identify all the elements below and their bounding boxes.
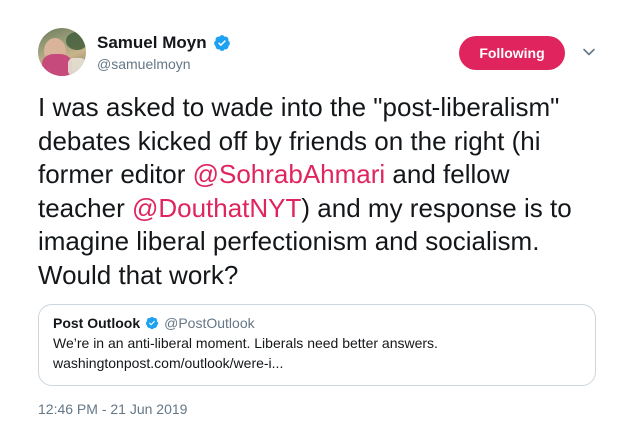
author-display-name[interactable]: Samuel Moyn (97, 33, 207, 53)
quoted-tweet-card[interactable]: Post Outlook @PostOutlook We’re in an an… (38, 304, 596, 386)
tweet-text: I was asked to wade into the "post-liber… (38, 91, 598, 292)
author-avatar[interactable] (38, 28, 86, 76)
quoted-handle[interactable]: @PostOutlook (164, 315, 254, 331)
following-button[interactable]: Following (459, 36, 565, 70)
tweet-timestamp[interactable]: 12:46 PM - 21 Jun 2019 (38, 401, 187, 417)
author-info: Samuel Moyn @samuelmoyn (97, 33, 231, 72)
verified-badge-icon (213, 35, 230, 51)
chevron-down-icon[interactable] (582, 45, 596, 59)
quoted-text: We’re in an anti-liberal moment. Liberal… (53, 335, 438, 351)
author-handle[interactable]: @samuelmoyn (97, 56, 231, 72)
quoted-link[interactable]: washingtonpost.com/outlook/were-i... (53, 355, 581, 371)
verified-badge-icon (145, 316, 159, 330)
mention-link[interactable]: @SohrabAhmari (193, 159, 386, 189)
mention-link[interactable]: @DouthatNYT (132, 193, 301, 223)
quoted-display-name[interactable]: Post Outlook (53, 315, 140, 331)
